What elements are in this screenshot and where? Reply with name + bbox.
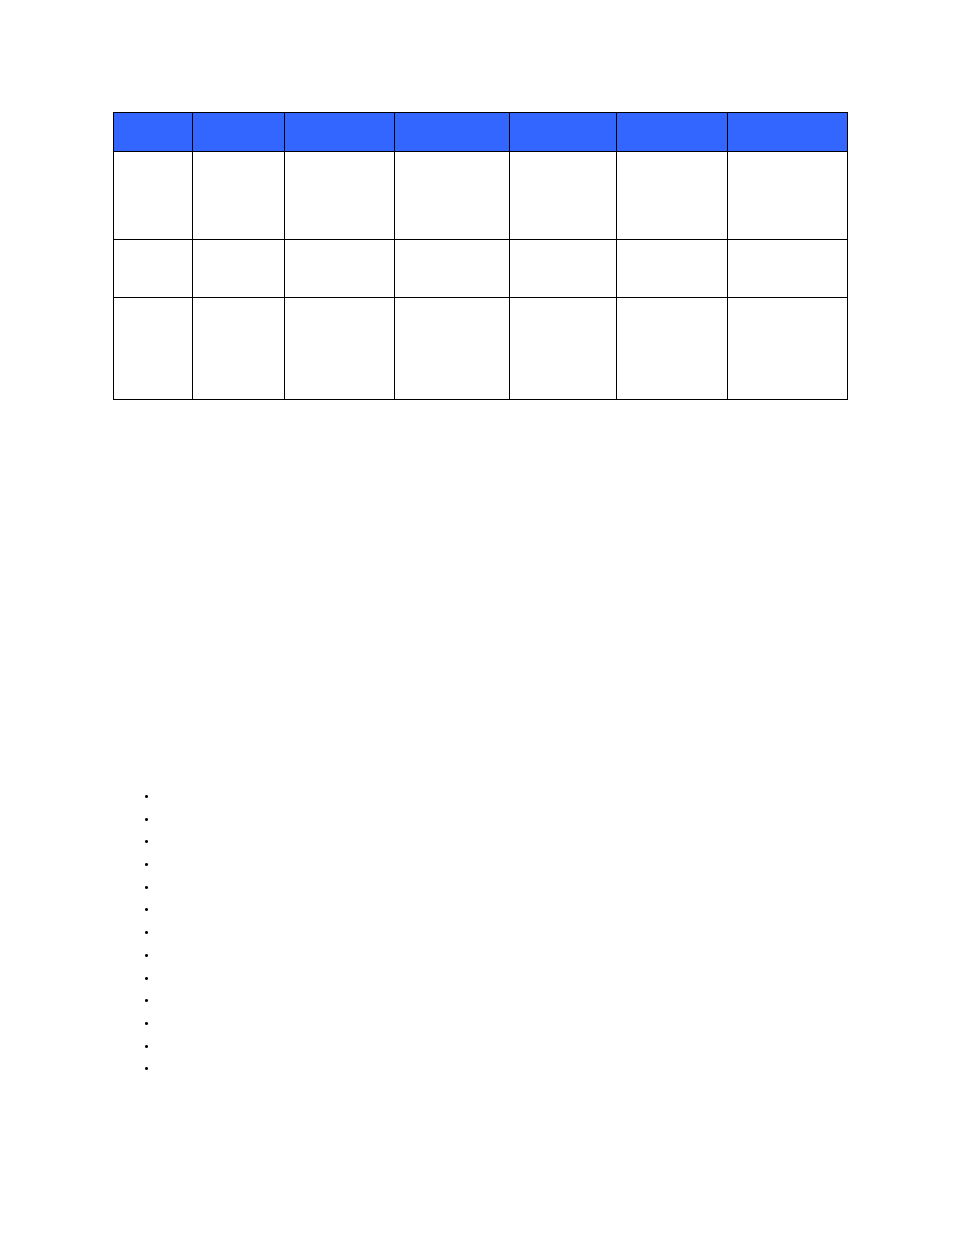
table-cell [285,298,395,400]
table-cell [395,152,510,240]
table-cell [617,298,728,400]
table-row [114,298,848,400]
list-item [157,898,739,921]
table-row [114,152,848,240]
table-cell [617,152,728,240]
table-cell [114,240,193,298]
list-item [157,1012,739,1035]
table-header-cell [510,113,617,152]
table-header-cell [395,113,510,152]
table-cell [395,298,510,400]
data-table [113,112,848,400]
table-header-cell [193,113,285,152]
table-header-cell [285,113,395,152]
table-cell [617,240,728,298]
list-item [157,853,739,876]
list-item [157,921,739,944]
list-item [157,876,739,899]
table-cell [114,152,193,240]
table-cell [285,240,395,298]
list-item [157,944,739,967]
table-cell [193,152,285,240]
table-row [114,240,848,298]
table-cell [510,152,617,240]
bullet-list-container [139,785,739,1080]
table-header-cell [728,113,848,152]
list-item [157,967,739,990]
bullet-list [139,785,739,1080]
table-cell [193,298,285,400]
list-item [157,1057,739,1080]
list-item [157,830,739,853]
table-header-cell [114,113,193,152]
table-header-cell [617,113,728,152]
table-cell [114,298,193,400]
table-cell [510,298,617,400]
table-cell [728,298,848,400]
table-cell [285,152,395,240]
table-cell [728,152,848,240]
list-item [157,808,739,831]
table-cell [193,240,285,298]
table-cell [728,240,848,298]
table-cell [510,240,617,298]
list-item [157,989,739,1012]
table-cell [395,240,510,298]
list-item [157,1035,739,1058]
table-header-row [114,113,848,152]
list-item [157,785,739,808]
